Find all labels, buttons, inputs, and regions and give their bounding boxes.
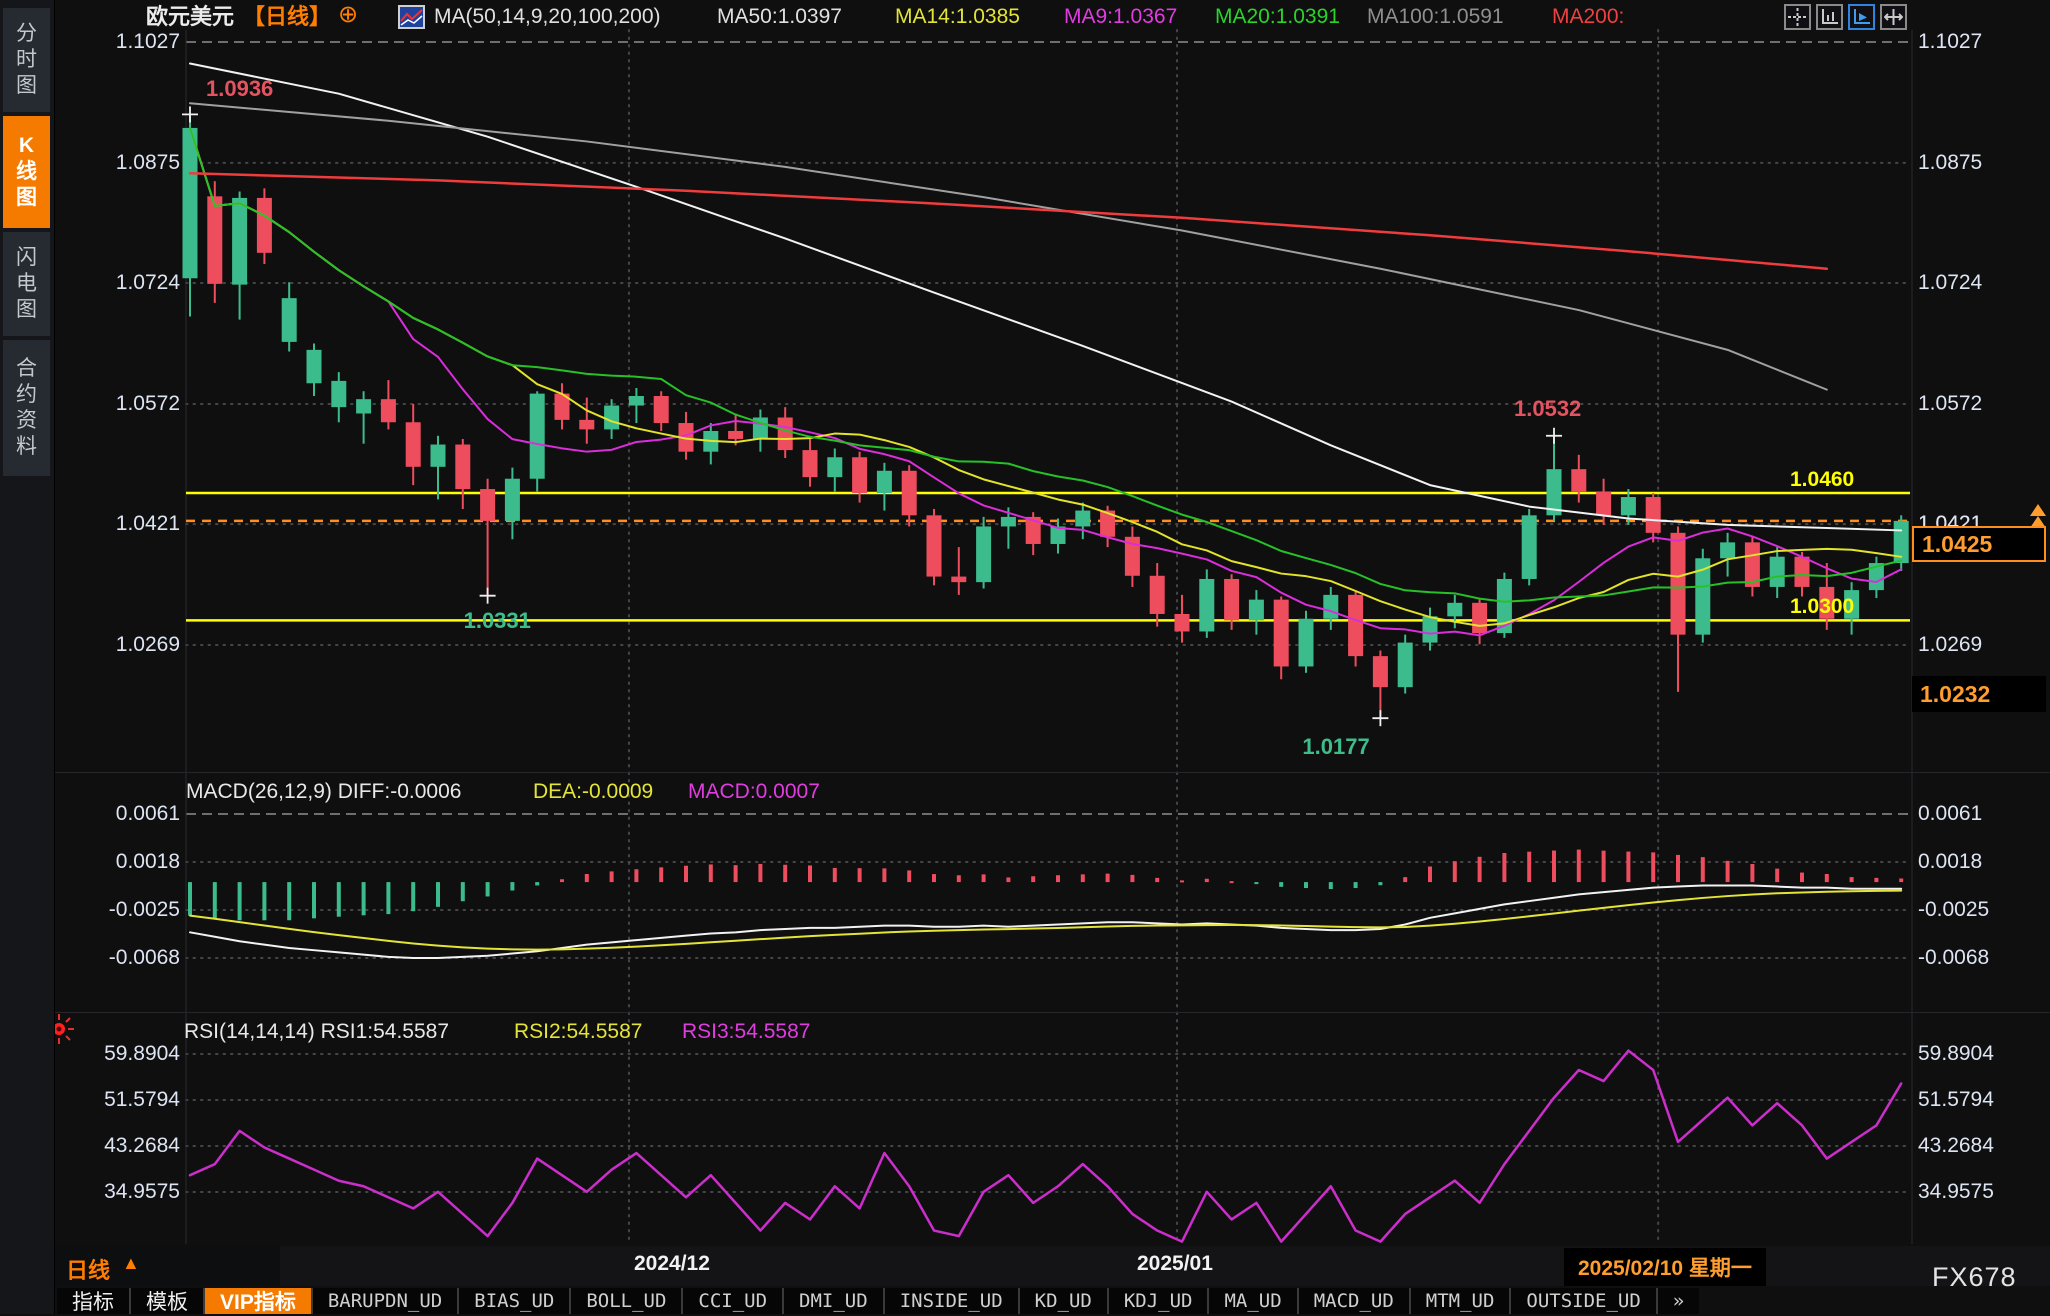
- crosshair-move-icon[interactable]: [1784, 4, 1811, 30]
- tab-KD_UD[interactable]: KD_UD: [1020, 1288, 1107, 1314]
- sidebar-item-闪电图[interactable]: 闪电图: [3, 232, 50, 336]
- symbol-title: 欧元美元: [146, 4, 234, 30]
- tab-DMI_UD[interactable]: DMI_UD: [784, 1288, 883, 1314]
- tab-MTM_UD[interactable]: MTM_UD: [1411, 1288, 1510, 1314]
- tab-BIAS_UD[interactable]: BIAS_UD: [459, 1288, 569, 1314]
- price-annotation: 1.0532: [1514, 396, 1581, 422]
- indicator-tab-bar: 指标模板VIP指标BARUPDN_UDBIAS_UDBOLL_UDCCI_UDD…: [57, 1288, 1699, 1314]
- macd-header-dea: DEA:-0.0009: [533, 780, 653, 804]
- rsi-header-main: RSI(14,14,14) RSI1:54.5587: [184, 1020, 449, 1044]
- pane-separator: [54, 772, 2050, 773]
- tab-BOLL_UD[interactable]: BOLL_UD: [571, 1288, 681, 1314]
- price-chart-svg: [0, 0, 2050, 1314]
- price-annotation: 1.0936: [206, 76, 273, 102]
- period-up-triangle-icon[interactable]: ▲: [122, 1253, 140, 1274]
- tab-MA_UD[interactable]: MA_UD: [1209, 1288, 1296, 1314]
- price-annotation: 1.0177: [1302, 734, 1369, 760]
- date-label-month1: 2024/12: [634, 1252, 710, 1276]
- current-price-tag: 1.0425: [1912, 526, 2046, 562]
- watermark: FX678: [1932, 1262, 2017, 1293]
- tab-CCI_UD[interactable]: CCI_UD: [683, 1288, 782, 1314]
- ma-value-label: MA50:1.0397: [717, 4, 842, 30]
- sidebar-item-合约资料[interactable]: 合约资料: [3, 340, 50, 476]
- macd-header-main: MACD(26,12,9) DIFF:-0.0006: [186, 780, 461, 804]
- macd-header-macd: MACD:0.0007: [688, 780, 820, 804]
- resistance-level-label: 1.0460: [1790, 468, 1854, 492]
- axis-scale-icon[interactable]: [1816, 4, 1843, 30]
- axis-shift-icon[interactable]: [1880, 4, 1907, 30]
- axis-play-icon[interactable]: [1848, 4, 1875, 30]
- period-selector[interactable]: 日线: [66, 1253, 110, 1285]
- support-level-label: 1.0300: [1790, 595, 1854, 619]
- rsi-header-rsi3: RSI3:54.5587: [682, 1020, 810, 1044]
- rsi-header-rsi2: RSI2:54.5587: [514, 1020, 642, 1044]
- tab-OUTSIDE_UD[interactable]: OUTSIDE_UD: [1511, 1288, 1655, 1314]
- circle-plus-icon[interactable]: ⊕: [338, 2, 358, 28]
- tab-BARUPDN_UD[interactable]: BARUPDN_UD: [313, 1288, 457, 1314]
- tab-»[interactable]: »: [1658, 1288, 1699, 1314]
- tab-VIP指标[interactable]: VIP指标: [205, 1288, 311, 1314]
- current-date-label: 2025/02/10 星期一: [1564, 1248, 1766, 1286]
- ma-group-label: MA(50,14,9,20,100,200): [434, 4, 661, 30]
- tab-指标[interactable]: 指标: [57, 1288, 129, 1314]
- date-axis-row: 日线 ▲ 2024/12 2025/01 2025/02/10 星期一 FX67…: [54, 1246, 2050, 1286]
- tab-MACD_UD[interactable]: MACD_UD: [1299, 1288, 1409, 1314]
- ma-value-label: MA9:1.0367: [1064, 4, 1177, 30]
- period-tag[interactable]: 【日线】: [243, 4, 331, 30]
- sidebar-item-K线图[interactable]: K线图: [3, 116, 50, 228]
- price-annotation: 1.0331: [464, 608, 531, 634]
- tab-INSIDE_UD[interactable]: INSIDE_UD: [885, 1288, 1018, 1314]
- ma-value-label: MA100:1.0591: [1367, 4, 1504, 30]
- tab-KDJ_UD[interactable]: KDJ_UD: [1109, 1288, 1208, 1314]
- left-sidebar: 分时图K线图闪电图合约资料: [0, 0, 55, 1314]
- ma-value-label: MA14:1.0385: [895, 4, 1020, 30]
- date-label-month2: 2025/01: [1137, 1252, 1213, 1276]
- ma-value-label: MA200:: [1552, 4, 1624, 30]
- session-low-tag: 1.0232: [1912, 676, 2046, 712]
- sidebar-item-分时图[interactable]: 分时图: [3, 8, 50, 112]
- candlestick-logo-icon[interactable]: [398, 5, 425, 31]
- tab-模板[interactable]: 模板: [131, 1288, 203, 1314]
- pane-separator: [54, 1012, 2050, 1013]
- ma-value-label: MA20:1.0391: [1215, 4, 1340, 30]
